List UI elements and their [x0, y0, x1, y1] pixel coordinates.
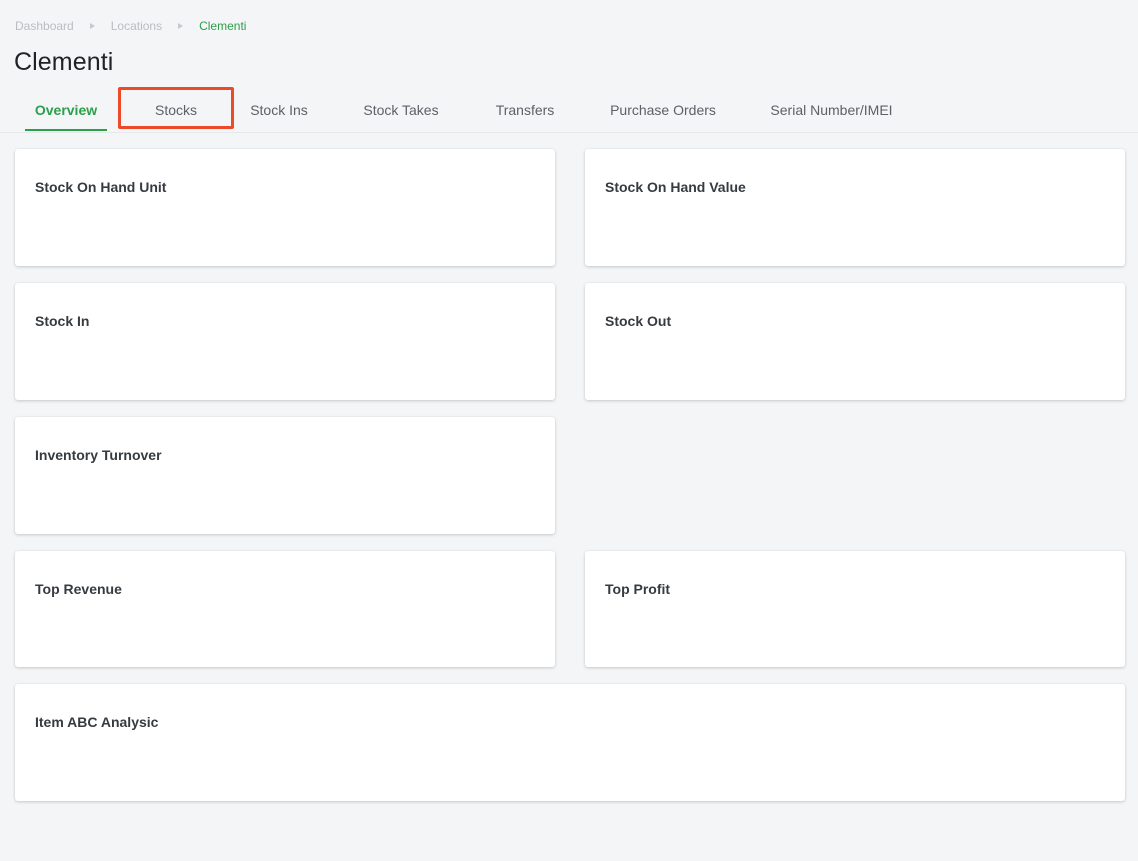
breadcrumb-dashboard[interactable]: Dashboard — [15, 19, 74, 33]
tab-bar: Overview Stocks Stock Ins Stock Takes Tr… — [0, 90, 1138, 133]
card-stock-on-hand-unit: Stock On Hand Unit — [15, 149, 555, 266]
card-title: Inventory Turnover — [35, 447, 162, 463]
page-title: Clementi — [14, 48, 114, 76]
card-title: Stock On Hand Value — [605, 179, 746, 195]
tab-overview[interactable]: Overview — [25, 90, 107, 130]
card-stock-out: Stock Out — [585, 283, 1125, 400]
card-title: Top Profit — [605, 581, 671, 597]
location-page: Dashboard Locations Clementi Clementi Ov… — [0, 0, 1138, 861]
tab-transfers[interactable]: Transfers — [484, 90, 566, 130]
breadcrumb-separator-icon — [89, 23, 95, 29]
card-title: Item ABC Analysic — [35, 714, 159, 730]
card-inventory-turnover: Inventory Turnover — [15, 417, 555, 534]
card-top-revenue: Top Revenue — [15, 551, 555, 667]
card-title: Stock Out — [605, 313, 672, 329]
breadcrumb: Dashboard Locations Clementi — [15, 18, 246, 34]
breadcrumb-separator-icon — [178, 23, 184, 29]
card-top-profit: Top Profit — [585, 551, 1125, 667]
card-stock-on-hand-value: Stock On Hand Value — [585, 149, 1125, 266]
tab-stocks[interactable]: Stocks — [121, 90, 231, 130]
breadcrumb-current: Clementi — [199, 19, 247, 33]
card-stock-in: Stock In — [15, 283, 555, 400]
card-title: Stock On Hand Unit — [35, 179, 167, 195]
tab-purchase-orders[interactable]: Purchase Orders — [598, 90, 728, 130]
active-tab-indicator — [25, 129, 107, 131]
tab-serial-number-imei[interactable]: Serial Number/IMEI — [760, 90, 903, 130]
tab-stock-ins[interactable]: Stock Ins — [240, 90, 318, 130]
card-title: Top Revenue — [35, 581, 122, 597]
card-item-abc-analysis: Item ABC Analysic — [15, 684, 1125, 801]
card-title: Stock In — [35, 313, 90, 329]
breadcrumb-locations[interactable]: Locations — [111, 19, 162, 33]
tab-stock-takes[interactable]: Stock Takes — [352, 90, 450, 130]
